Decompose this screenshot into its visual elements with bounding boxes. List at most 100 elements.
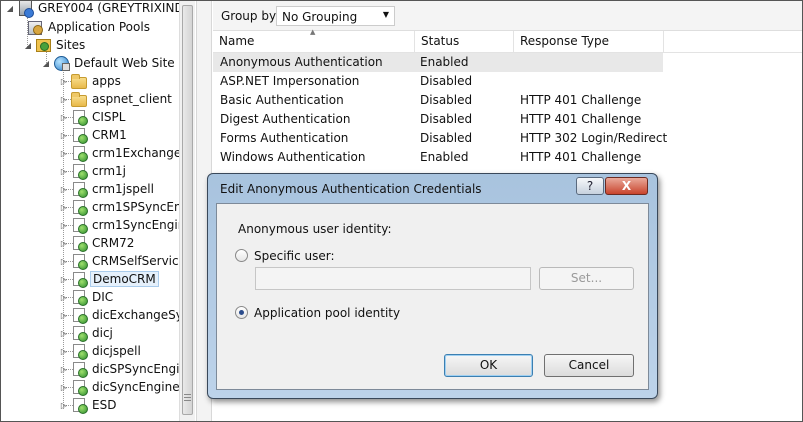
- tree-item-site-child[interactable]: ▷ dicSPSyncEngir: [59, 360, 179, 378]
- expand-arrow-icon[interactable]: ▷: [59, 167, 69, 176]
- tree-item-site-child[interactable]: ▷ CRM72: [59, 234, 136, 252]
- tree-item-site-child[interactable]: ▷ crm1jspell: [59, 180, 156, 198]
- tree-item-site-child[interactable]: ▷ DIC: [59, 288, 115, 306]
- cell-response: HTTP 401 Challenge: [520, 150, 642, 164]
- expand-arrow-icon[interactable]: ▷: [59, 293, 69, 302]
- cell-name: Digest Authentication: [220, 112, 351, 126]
- expand-arrow-icon[interactable]: ▷: [59, 185, 69, 194]
- tree-item-application-pools[interactable]: Application Pools: [25, 18, 152, 36]
- application-pool-identity-radio[interactable]: [235, 306, 248, 319]
- web-app-icon: [71, 181, 88, 198]
- cell-status: Enabled: [420, 150, 469, 164]
- tree-item-site-child[interactable]: ▷ dicjspell: [59, 342, 143, 360]
- expand-arrow-icon[interactable]: ▷: [59, 95, 69, 104]
- expand-arrow-icon[interactable]: ▷: [59, 311, 69, 320]
- help-button[interactable]: ?: [576, 177, 604, 195]
- cell-name: Windows Authentication: [220, 150, 366, 164]
- web-app-icon: [71, 163, 88, 180]
- tree-item-sites[interactable]: ◢ Sites: [23, 36, 87, 54]
- specific-user-input[interactable]: [255, 267, 531, 290]
- column-header-label: Status: [421, 34, 460, 48]
- specific-user-label[interactable]: Specific user:: [254, 249, 335, 263]
- table-row[interactable]: Anonymous Authentication Enabled: [213, 53, 663, 72]
- tree-item-site-child[interactable]: ▷ crm1SyncEngin: [59, 216, 179, 234]
- tree-item-site-child[interactable]: ▷ CRMSelfService: [59, 252, 179, 270]
- expand-arrow-icon[interactable]: ▷: [59, 275, 69, 284]
- expand-arrow-icon[interactable]: ◢: [41, 59, 51, 68]
- expand-arrow-icon[interactable]: ▷: [59, 365, 69, 374]
- expand-arrow-icon[interactable]: ▷: [59, 131, 69, 140]
- web-app-icon: [71, 325, 88, 342]
- application-pool-identity-label[interactable]: Application pool identity: [254, 306, 400, 320]
- expand-arrow-icon[interactable]: ▷: [59, 149, 69, 158]
- expand-arrow-icon[interactable]: ▷: [59, 383, 69, 392]
- expand-arrow-icon[interactable]: ▷: [59, 203, 69, 212]
- tree-item-site-child[interactable]: ▷ dicj: [59, 324, 115, 342]
- web-app-icon: [71, 235, 88, 252]
- web-app-icon: [71, 217, 88, 234]
- tree-item-site-child[interactable]: ▷ crm1j: [59, 162, 128, 180]
- web-app-icon: [71, 253, 88, 270]
- tree-item-label: dicExchangeSyr: [92, 308, 179, 322]
- tree-item-site-child[interactable]: ▷ CISPL: [59, 108, 127, 126]
- cell-status: Enabled: [420, 55, 469, 69]
- tree-item-site-child[interactable]: ▷ DemoCRM: [59, 270, 159, 288]
- tree-item-site-child[interactable]: ▷ dicSyncEngine: [59, 378, 179, 396]
- table-row[interactable]: Forms Authentication Disabled HTTP 302 Log…: [213, 129, 667, 148]
- tree-item-site-child[interactable]: ▷ apps: [59, 72, 123, 90]
- tree-item-label: crm1jspell: [92, 182, 154, 196]
- cell-response: HTTP 302 Login/Redirect: [520, 131, 668, 145]
- table-row[interactable]: Digest Authentication Disabled HTTP 401 Ch…: [213, 110, 663, 129]
- cell-name: Forms Authentication: [220, 131, 349, 145]
- expand-arrow-icon[interactable]: ▷: [59, 113, 69, 122]
- tree-item-site-child[interactable]: ▷ aspnet_client: [59, 90, 174, 108]
- tree-item-default-web-site[interactable]: ◢ Default Web Site: [41, 54, 177, 72]
- web-app-icon: [71, 397, 88, 414]
- expand-arrow-icon[interactable]: ▷: [59, 77, 69, 86]
- cancel-button[interactable]: Cancel: [544, 354, 634, 377]
- tree-item-label: Sites: [56, 38, 86, 52]
- set-button[interactable]: Set...: [539, 267, 634, 290]
- expand-arrow-icon[interactable]: ▷: [59, 347, 69, 356]
- tree-item-label: crm1SPSyncEng: [92, 200, 179, 214]
- tree-item-label: CRM72: [92, 236, 135, 250]
- web-app-icon: [71, 145, 88, 162]
- connections-tree: ◢ GREY004 (GREYTRIXINDIA\ Application Po…: [1, 1, 179, 421]
- close-button[interactable]: X: [605, 177, 648, 195]
- specific-user-radio[interactable]: [235, 249, 248, 262]
- column-header-response-type[interactable]: Response Type: [514, 31, 664, 53]
- table-row[interactable]: Windows Authentication Enabled HTTP 401 Ch…: [213, 148, 663, 167]
- website-globe-icon: [53, 55, 70, 71]
- tree-item-label: GREY004 (GREYTRIXINDIA\: [38, 1, 179, 15]
- web-app-icon: [71, 379, 88, 396]
- tree-item-site-child[interactable]: ▷ ESD: [59, 396, 118, 414]
- tree-scrollbar-thumb[interactable]: [182, 5, 193, 415]
- cell-status: Disabled: [420, 74, 473, 88]
- tree-item-site-child[interactable]: ▷ crm1SPSyncEng: [59, 198, 179, 216]
- table-row[interactable]: Basic Authentication Disabled HTTP 401 Cha…: [213, 91, 663, 110]
- cell-response: HTTP 401 Challenge: [520, 112, 642, 126]
- anonymous-identity-label: Anonymous user identity:: [238, 222, 392, 236]
- expand-arrow-icon[interactable]: ◢: [5, 4, 15, 13]
- expand-arrow-icon[interactable]: ▷: [59, 239, 69, 248]
- column-header-label: Response Type: [520, 34, 610, 48]
- expand-arrow-icon[interactable]: ▷: [59, 401, 69, 410]
- column-header-status[interactable]: Status: [415, 31, 514, 53]
- group-by-select[interactable]: No Grouping ▼: [276, 6, 395, 26]
- table-row[interactable]: ASP.NET Impersonation Disabled: [213, 72, 663, 91]
- tree-item-label: crm1ExchangeS: [92, 146, 179, 160]
- expand-arrow-icon[interactable]: ▷: [59, 329, 69, 338]
- tree-item-site-child[interactable]: ▷ dicExchangeSyr: [59, 306, 179, 324]
- expand-arrow-icon[interactable]: ◢: [23, 41, 33, 50]
- scroll-grip-line: [184, 394, 191, 395]
- tree-item-site-child[interactable]: ▷ CRM1: [59, 126, 129, 144]
- tree-item-server[interactable]: ◢ GREY004 (GREYTRIXINDIA\: [5, 1, 179, 18]
- tree-item-site-child[interactable]: ▷ crm1ExchangeS: [59, 144, 179, 162]
- dialog-title: Edit Anonymous Authentication Credential…: [220, 182, 482, 196]
- web-app-icon: [71, 289, 88, 306]
- tree-item-label: ESD: [92, 398, 117, 412]
- tree-item-label: dicSPSyncEngir: [92, 362, 179, 376]
- expand-arrow-icon[interactable]: ▷: [59, 257, 69, 266]
- expand-arrow-icon[interactable]: ▷: [59, 221, 69, 230]
- ok-button[interactable]: OK: [444, 354, 533, 377]
